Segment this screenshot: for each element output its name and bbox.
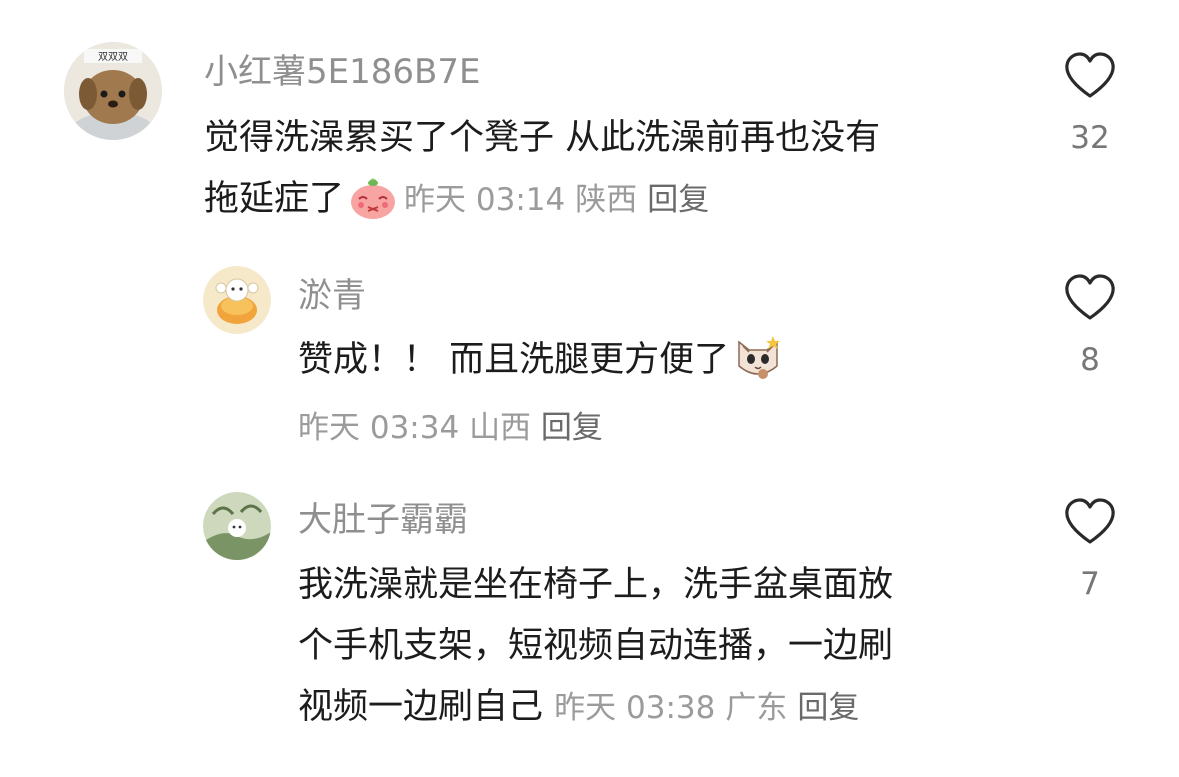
- heart-icon[interactable]: [1064, 498, 1116, 546]
- like-count: 7: [1080, 566, 1100, 602]
- like-count: 32: [1070, 120, 1110, 156]
- reply-button[interactable]: 回复: [647, 182, 709, 218]
- like-button[interactable]: 8: [1060, 274, 1120, 378]
- comment-line: 视频一边刷自己: [298, 687, 544, 727]
- comment-line: 觉得洗澡累买了个凳子 从此洗澡前再也没有: [204, 118, 881, 158]
- comment-meta: 昨天 03:34 山西 回复: [298, 408, 603, 448]
- comment-line-with-emoji: 赞成！！ 而且洗腿更方便了: [298, 330, 1018, 391]
- comment-line-with-meta: 视频一边刷自己 昨天 03:38 广东 回复: [298, 677, 1038, 739]
- location: 山西: [469, 410, 532, 446]
- like-button[interactable]: 7: [1060, 498, 1120, 602]
- username[interactable]: 淤青: [298, 276, 366, 316]
- like-button[interactable]: 32: [1060, 52, 1120, 156]
- blushing-strawberry-emoji-icon: [348, 171, 398, 221]
- reply-button[interactable]: 回复: [797, 690, 859, 726]
- comment-line: 拖延症了: [204, 179, 345, 219]
- comment-text: 赞成！！ 而且洗腿更方便了: [298, 330, 1018, 391]
- timestamp: 昨天 03:34: [298, 410, 460, 446]
- comment-text: 我洗澡就是坐在椅子上，洗手盆桌面放 个手机支架，短视频自动连播，一边刷 视频一边…: [298, 555, 1038, 739]
- comment-meta: 昨天 03:14 陕西 回复: [404, 182, 719, 218]
- location: 陕西: [575, 182, 638, 218]
- avatar[interactable]: [203, 492, 271, 560]
- heart-icon[interactable]: [1064, 274, 1116, 322]
- avatar[interactable]: 双双双: [64, 42, 162, 140]
- username[interactable]: 大肚子霸霸: [298, 500, 468, 540]
- timestamp: 昨天 03:38: [554, 690, 716, 726]
- like-count: 8: [1080, 342, 1100, 378]
- cat-face-emoji-icon: [733, 332, 783, 382]
- avatar-caption: 双双双: [98, 51, 128, 63]
- comment-line: 个手机支架，短视频自动连播，一边刷: [298, 626, 894, 666]
- location: 广东: [725, 690, 788, 726]
- comment-line-with-meta: 拖延症了 昨天 03:14 陕西 回复: [204, 169, 1024, 231]
- heart-icon[interactable]: [1064, 52, 1116, 100]
- comment-line: 赞成！！ 而且洗腿更方便了: [298, 340, 730, 380]
- comment-line: 我洗澡就是坐在椅子上，洗手盆桌面放: [298, 565, 894, 605]
- comment-meta: 昨天 03:38 广东 回复: [554, 690, 869, 726]
- comment-text: 觉得洗澡累买了个凳子 从此洗澡前再也没有 拖延症了 昨天 03:14 陕西 回复: [204, 108, 1024, 231]
- avatar[interactable]: [203, 266, 271, 334]
- reply-button[interactable]: 回复: [541, 410, 603, 446]
- username[interactable]: 小红薯5E186B7E: [204, 52, 480, 92]
- timestamp: 昨天 03:14: [404, 182, 566, 218]
